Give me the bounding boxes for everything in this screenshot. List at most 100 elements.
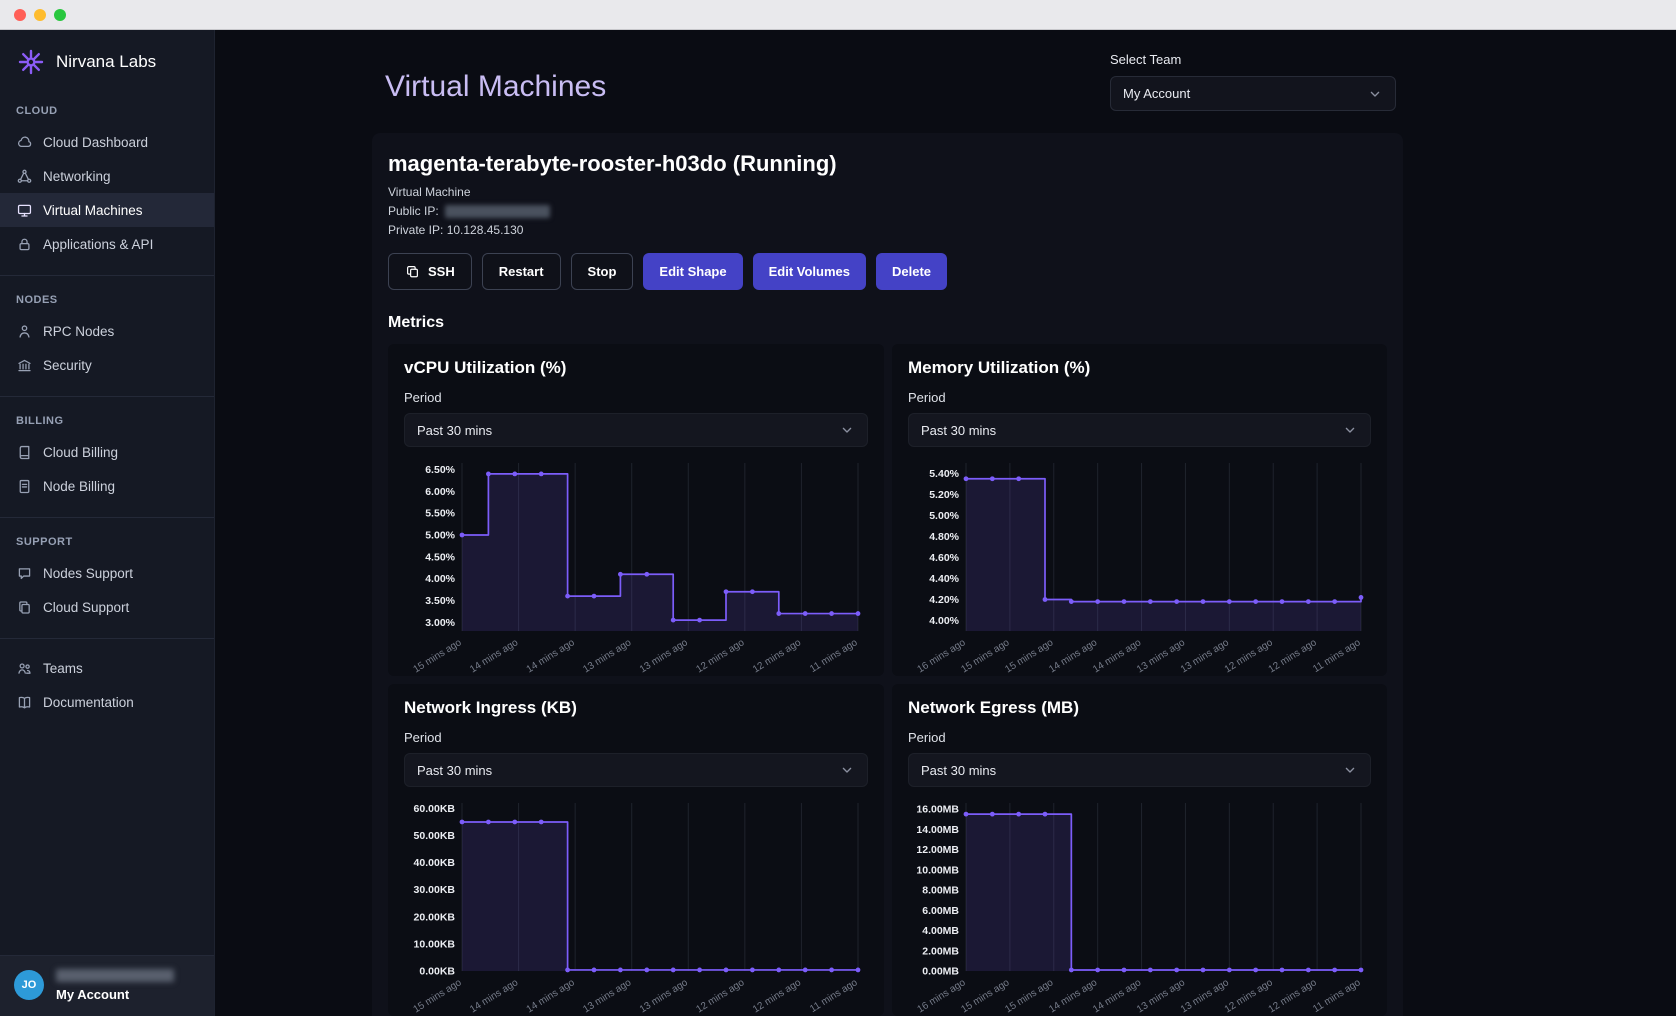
period-select[interactable]: Past 30 mins [404,413,868,447]
network-egress-chart: 16.00MB14.00MB12.00MB10.00MB8.00MB6.00MB… [908,797,1371,1016]
chevron-down-icon [1342,762,1358,778]
svg-text:5.50%: 5.50% [425,508,455,520]
sidebar-item-applications-api[interactable]: Applications & API [0,227,214,261]
period-select[interactable]: Past 30 mins [908,413,1371,447]
svg-text:4.00%: 4.00% [425,573,455,585]
sidebar-item-label: Security [43,358,92,373]
sidebar-item-cloud-billing[interactable]: Cloud Billing [0,435,214,469]
delete-button-label: Delete [892,264,931,279]
restart-button[interactable]: Restart [482,253,561,290]
metric-card-memory: Memory Utilization (%) Period Past 30 mi… [892,344,1387,676]
page-title: Virtual Machines [385,70,606,104]
svg-text:13 mins ago: 13 mins ago [1179,637,1231,675]
receipt-icon [16,478,33,495]
vcpu-utilization-chart: 6.50%6.00%5.50%5.00%4.50%4.00%3.50%3.00%… [404,457,868,690]
stop-button[interactable]: Stop [571,253,634,290]
svg-text:14 mins ago: 14 mins ago [1091,637,1143,675]
metrics-heading: Metrics [388,314,1387,332]
memory-utilization-chart: 5.40%5.20%5.00%4.80%4.60%4.40%4.20%4.00%… [908,457,1371,690]
svg-text:12 mins ago: 12 mins ago [1223,637,1275,675]
svg-text:4.40%: 4.40% [929,573,959,585]
sidebar-item-rpc-nodes[interactable]: RPC Nodes [0,314,214,348]
svg-text:0.00KB: 0.00KB [419,966,455,978]
brand: Nirvana Labs [0,30,214,87]
redacted-username [56,969,174,982]
edit-shape-button[interactable]: Edit Shape [643,253,742,290]
svg-text:0.00MB: 0.00MB [922,966,959,978]
zoom-window-button[interactable] [54,9,66,21]
svg-text:20.00KB: 20.00KB [414,911,456,923]
svg-text:13 mins ago: 13 mins ago [638,977,690,1015]
svg-text:14 mins ago: 14 mins ago [468,977,520,1015]
svg-text:5.00%: 5.00% [425,530,455,542]
svg-text:10.00MB: 10.00MB [916,864,959,876]
section-label-nodes: NODES [0,294,214,306]
user-meta: My Account [56,966,174,1002]
svg-text:13 mins ago: 13 mins ago [581,637,633,675]
delete-button[interactable]: Delete [876,253,947,290]
svg-text:4.80%: 4.80% [929,531,959,543]
period-label: Period [404,730,868,745]
ssh-button-label: SSH [428,264,455,279]
sidebar-nav: CLOUD Cloud Dashboard Networking Virtual… [0,87,214,955]
vm-detail-panel: magenta-terabyte-rooster-h03do (Running)… [372,133,1403,1016]
chevron-down-icon [1342,422,1358,438]
section-label-billing: BILLING [0,415,214,427]
svg-text:16 mins ago: 16 mins ago [916,637,968,675]
svg-text:6.50%: 6.50% [425,464,455,476]
sidebar-item-cloud-support[interactable]: Cloud Support [0,590,214,624]
svg-text:11 mins ago: 11 mins ago [808,977,860,1015]
metric-card-title: Network Egress (MB) [908,698,1371,718]
section-label-cloud: CLOUD [0,105,214,117]
metric-card-title: Network Ingress (KB) [404,698,868,718]
metric-card-ingress: Network Ingress (KB) Period Past 30 mins… [388,684,884,1016]
svg-text:11 mins ago: 11 mins ago [808,637,860,675]
sidebar-item-teams[interactable]: Teams [0,651,214,685]
sidebar-divider [0,396,214,397]
ssh-button[interactable]: SSH [388,253,472,290]
period-select-value: Past 30 mins [417,423,492,438]
close-window-button[interactable] [14,9,26,21]
svg-text:13 mins ago: 13 mins ago [1135,637,1187,675]
book-icon [16,444,33,461]
svg-text:14 mins ago: 14 mins ago [525,977,577,1015]
sidebar-item-label: Teams [43,661,83,676]
user-account-footer[interactable]: JO My Account [0,955,214,1016]
chevron-down-icon [1367,86,1383,102]
svg-text:16 mins ago: 16 mins ago [916,977,968,1015]
svg-text:15 mins ago: 15 mins ago [1003,637,1055,675]
metric-card-vcpu: vCPU Utilization (%) Period Past 30 mins… [388,344,884,676]
edit-volumes-button-label: Edit Volumes [769,264,850,279]
period-select-value: Past 30 mins [417,763,492,778]
edit-volumes-button[interactable]: Edit Volumes [753,253,866,290]
team-select[interactable]: My Account [1110,76,1396,111]
copy-icon [405,264,420,279]
svg-text:10.00KB: 10.00KB [414,938,456,950]
sidebar-item-security[interactable]: Security [0,348,214,382]
svg-text:12 mins ago: 12 mins ago [751,977,803,1015]
sidebar-item-nodes-support[interactable]: Nodes Support [0,556,214,590]
sidebar-item-node-billing[interactable]: Node Billing [0,469,214,503]
sidebar-item-label: Cloud Billing [43,445,118,460]
svg-text:12 mins ago: 12 mins ago [694,637,746,675]
network-ingress-chart: 60.00KB50.00KB40.00KB30.00KB20.00KB10.00… [404,797,868,1016]
sidebar-item-documentation[interactable]: Documentation [0,685,214,719]
svg-text:4.60%: 4.60% [929,552,959,564]
svg-text:4.20%: 4.20% [929,594,959,606]
sidebar-item-networking[interactable]: Networking [0,159,214,193]
period-select[interactable]: Past 30 mins [404,753,868,787]
monitor-icon [16,202,33,219]
restart-button-label: Restart [499,264,544,279]
minimize-window-button[interactable] [34,9,46,21]
svg-text:15 mins ago: 15 mins ago [412,977,464,1015]
avatar: JO [14,970,44,1000]
period-select[interactable]: Past 30 mins [908,753,1371,787]
svg-text:13 mins ago: 13 mins ago [638,637,690,675]
vm-type-label: Virtual Machine [388,185,1387,199]
stop-button-label: Stop [588,264,617,279]
sidebar-item-label: Cloud Dashboard [43,135,148,150]
sidebar-item-virtual-machines[interactable]: Virtual Machines [0,193,214,227]
period-label: Period [908,730,1371,745]
sidebar-divider [0,275,214,276]
sidebar-item-cloud-dashboard[interactable]: Cloud Dashboard [0,125,214,159]
